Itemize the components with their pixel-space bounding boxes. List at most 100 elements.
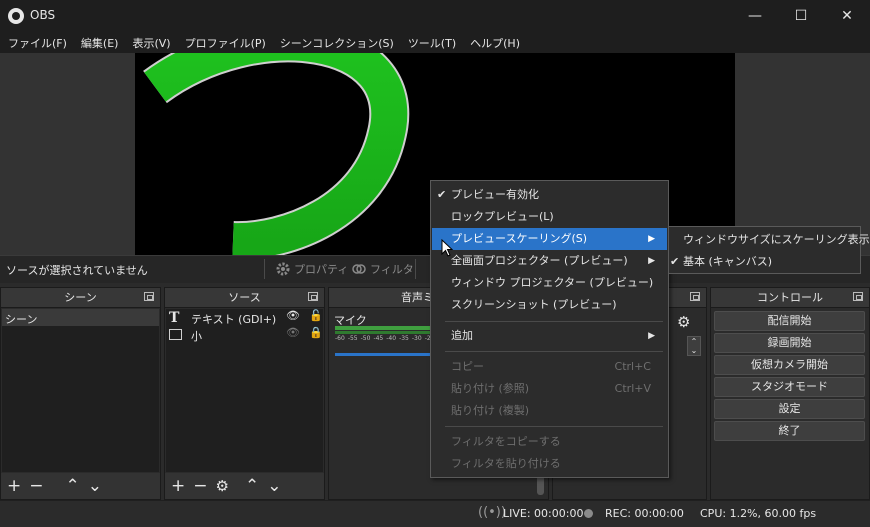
- menu-tools[interactable]: ツール(T): [400, 31, 462, 53]
- menu-edit[interactable]: 編集(E): [73, 31, 125, 53]
- scene-list: シーン: [2, 309, 159, 472]
- meter-tick: -45: [373, 335, 384, 342]
- meter-tick: -50: [360, 335, 371, 342]
- menu-scale-to-window[interactable]: ウィンドウサイズにスケーリング表示: [670, 229, 870, 251]
- menu-label: 基本 (キャンバス): [683, 255, 773, 268]
- source-label: 小: [191, 330, 202, 343]
- menu-label: プレビュー有効化: [451, 188, 539, 201]
- menu-preview-scaling[interactable]: プレビュースケーリング(S) ▶: [432, 228, 667, 250]
- menu-separator: [445, 321, 663, 322]
- filters-button[interactable]: フィルタ: [348, 259, 418, 279]
- menu-label: フィルタをコピーする: [451, 435, 561, 448]
- filters-label: フィルタ: [370, 263, 414, 276]
- menu-label: 貼り付け (複製): [451, 404, 530, 417]
- start-virtual-camera-button[interactable]: 仮想カメラ開始: [714, 355, 865, 375]
- menu-label: ロックプレビュー(L): [451, 210, 554, 223]
- close-button[interactable]: ✕: [824, 0, 870, 31]
- source-list: T テキスト (GDI+) 👁 🔓 小 👁 🔒: [166, 309, 323, 472]
- menu-label: プレビュースケーリング(S): [451, 232, 588, 245]
- undock-icon[interactable]: [144, 292, 154, 301]
- add-icon[interactable]: +: [7, 476, 21, 496]
- mouse-cursor-icon: [441, 239, 454, 257]
- meter-tick: -55: [347, 335, 358, 342]
- properties-label: プロパティ: [294, 263, 349, 276]
- meter-scale: -60 -55 -50 -45 -40 -35 -30 -25: [335, 335, 435, 342]
- remove-icon[interactable]: −: [193, 476, 207, 496]
- cpu-fps-readout: CPU: 1.2%, 60.00 fps: [700, 507, 817, 520]
- studio-mode-button[interactable]: スタジオモード: [714, 377, 865, 397]
- menu-file[interactable]: ファイル(F): [0, 31, 73, 53]
- preview-context-menu: ✔ プレビュー有効化 ロックプレビュー(L) プレビュースケーリング(S) ▶ …: [430, 180, 669, 478]
- undock-icon[interactable]: [690, 292, 700, 301]
- scenes-dock-footer: + − ⌃ ⌄: [1, 473, 160, 499]
- eye-icon[interactable]: 👁: [286, 309, 300, 322]
- submenu-arrow-icon: ▶: [648, 256, 655, 266]
- live-timer: LIVE: 00:00:00: [503, 507, 584, 520]
- scene-list-item[interactable]: シーン: [2, 309, 159, 326]
- menu-profile[interactable]: プロファイル(P): [177, 31, 272, 53]
- properties-button[interactable]: プロパティ: [272, 259, 352, 279]
- filter-icon: [352, 264, 366, 274]
- window-icon: [169, 329, 182, 340]
- rec-timer: REC: 00:00:00: [605, 507, 684, 520]
- move-up-icon[interactable]: ⌃: [66, 476, 80, 496]
- source-list-item[interactable]: 小 👁 🔒: [166, 326, 323, 343]
- move-down-icon[interactable]: ⌄: [88, 476, 102, 496]
- submenu-arrow-icon: ▶: [648, 331, 655, 341]
- move-up-icon[interactable]: ⌃: [245, 476, 259, 496]
- maximize-button[interactable]: ☐: [778, 0, 824, 31]
- menu-bar: ファイル(F) 編集(E) 表示(V) プロファイル(P) シーンコレクション(…: [0, 31, 870, 53]
- menu-copy-filters[interactable]: フィルタをコピーする: [432, 431, 667, 453]
- menu-screenshot[interactable]: スクリーンショット (プレビュー): [432, 294, 667, 316]
- volume-meter: [335, 331, 430, 334]
- obs-logo-icon: [8, 8, 24, 24]
- menu-paste-duplicate[interactable]: 貼り付け (複製): [432, 400, 667, 422]
- duration-spinner[interactable]: ⌃ ⌄: [687, 336, 701, 356]
- menu-label: フィルタを貼り付ける: [451, 457, 561, 470]
- menu-label: コピー: [451, 360, 484, 373]
- undock-icon[interactable]: [308, 292, 318, 301]
- menu-view[interactable]: 表示(V): [124, 31, 176, 53]
- menu-label: 貼り付け (参照): [451, 382, 530, 395]
- gear-icon: [276, 262, 290, 276]
- controls-dock-title: コントロール: [711, 288, 869, 308]
- scenes-dock-title: シーン: [1, 288, 160, 308]
- broadcast-icon: ((•)): [478, 505, 506, 520]
- menu-fullscreen-projector[interactable]: 全画面プロジェクター (プレビュー) ▶: [432, 250, 667, 272]
- menu-help[interactable]: ヘルプ(H): [462, 31, 526, 53]
- checkmark-icon: ✔: [437, 188, 447, 201]
- move-down-icon[interactable]: ⌄: [267, 476, 281, 496]
- menu-paste-filters[interactable]: フィルタを貼り付ける: [432, 453, 667, 475]
- menu-window-projector[interactable]: ウィンドウ プロジェクター (プレビュー): [432, 272, 667, 294]
- text-T-icon: T: [169, 310, 180, 326]
- checkmark-icon: ✔: [670, 255, 680, 268]
- exit-button[interactable]: 終了: [714, 421, 865, 441]
- menu-canvas-base[interactable]: ✔ 基本 (キャンバス): [670, 251, 859, 273]
- volume-slider[interactable]: [335, 353, 430, 356]
- menu-paste-reference[interactable]: 貼り付け (参照) Ctrl+V: [432, 378, 667, 400]
- locked-icon[interactable]: 🔒: [309, 326, 323, 339]
- minimize-button[interactable]: —: [732, 0, 778, 31]
- source-list-item[interactable]: T テキスト (GDI+) 👁 🔓: [166, 309, 323, 326]
- menu-lock-preview[interactable]: ロックプレビュー(L): [432, 206, 667, 228]
- menu-enable-preview[interactable]: ✔ プレビュー有効化: [432, 184, 667, 206]
- menu-separator: [445, 426, 663, 427]
- submenu-arrow-icon: ▶: [648, 234, 655, 244]
- settings-button[interactable]: 設定: [714, 399, 865, 419]
- gear-icon[interactable]: ⚙: [216, 477, 229, 495]
- eye-hidden-icon[interactable]: 👁: [286, 326, 300, 339]
- menu-label: 追加: [451, 329, 473, 342]
- menu-shortcut: Ctrl+C: [614, 360, 651, 373]
- unlocked-icon[interactable]: 🔓: [309, 309, 323, 322]
- meter-tick: -35: [399, 335, 409, 342]
- add-icon[interactable]: +: [171, 476, 185, 496]
- start-recording-button[interactable]: 録画開始: [714, 333, 865, 353]
- menu-copy[interactable]: コピー Ctrl+C: [432, 356, 667, 378]
- volume-meter: [335, 326, 430, 330]
- remove-icon[interactable]: −: [29, 476, 43, 496]
- menu-scene-collection[interactable]: シーンコレクション(S): [272, 31, 400, 53]
- menu-add[interactable]: 追加 ▶: [432, 325, 667, 347]
- undock-icon[interactable]: [853, 292, 863, 301]
- start-streaming-button[interactable]: 配信開始: [714, 311, 865, 331]
- gear-icon[interactable]: ⚙: [677, 313, 690, 331]
